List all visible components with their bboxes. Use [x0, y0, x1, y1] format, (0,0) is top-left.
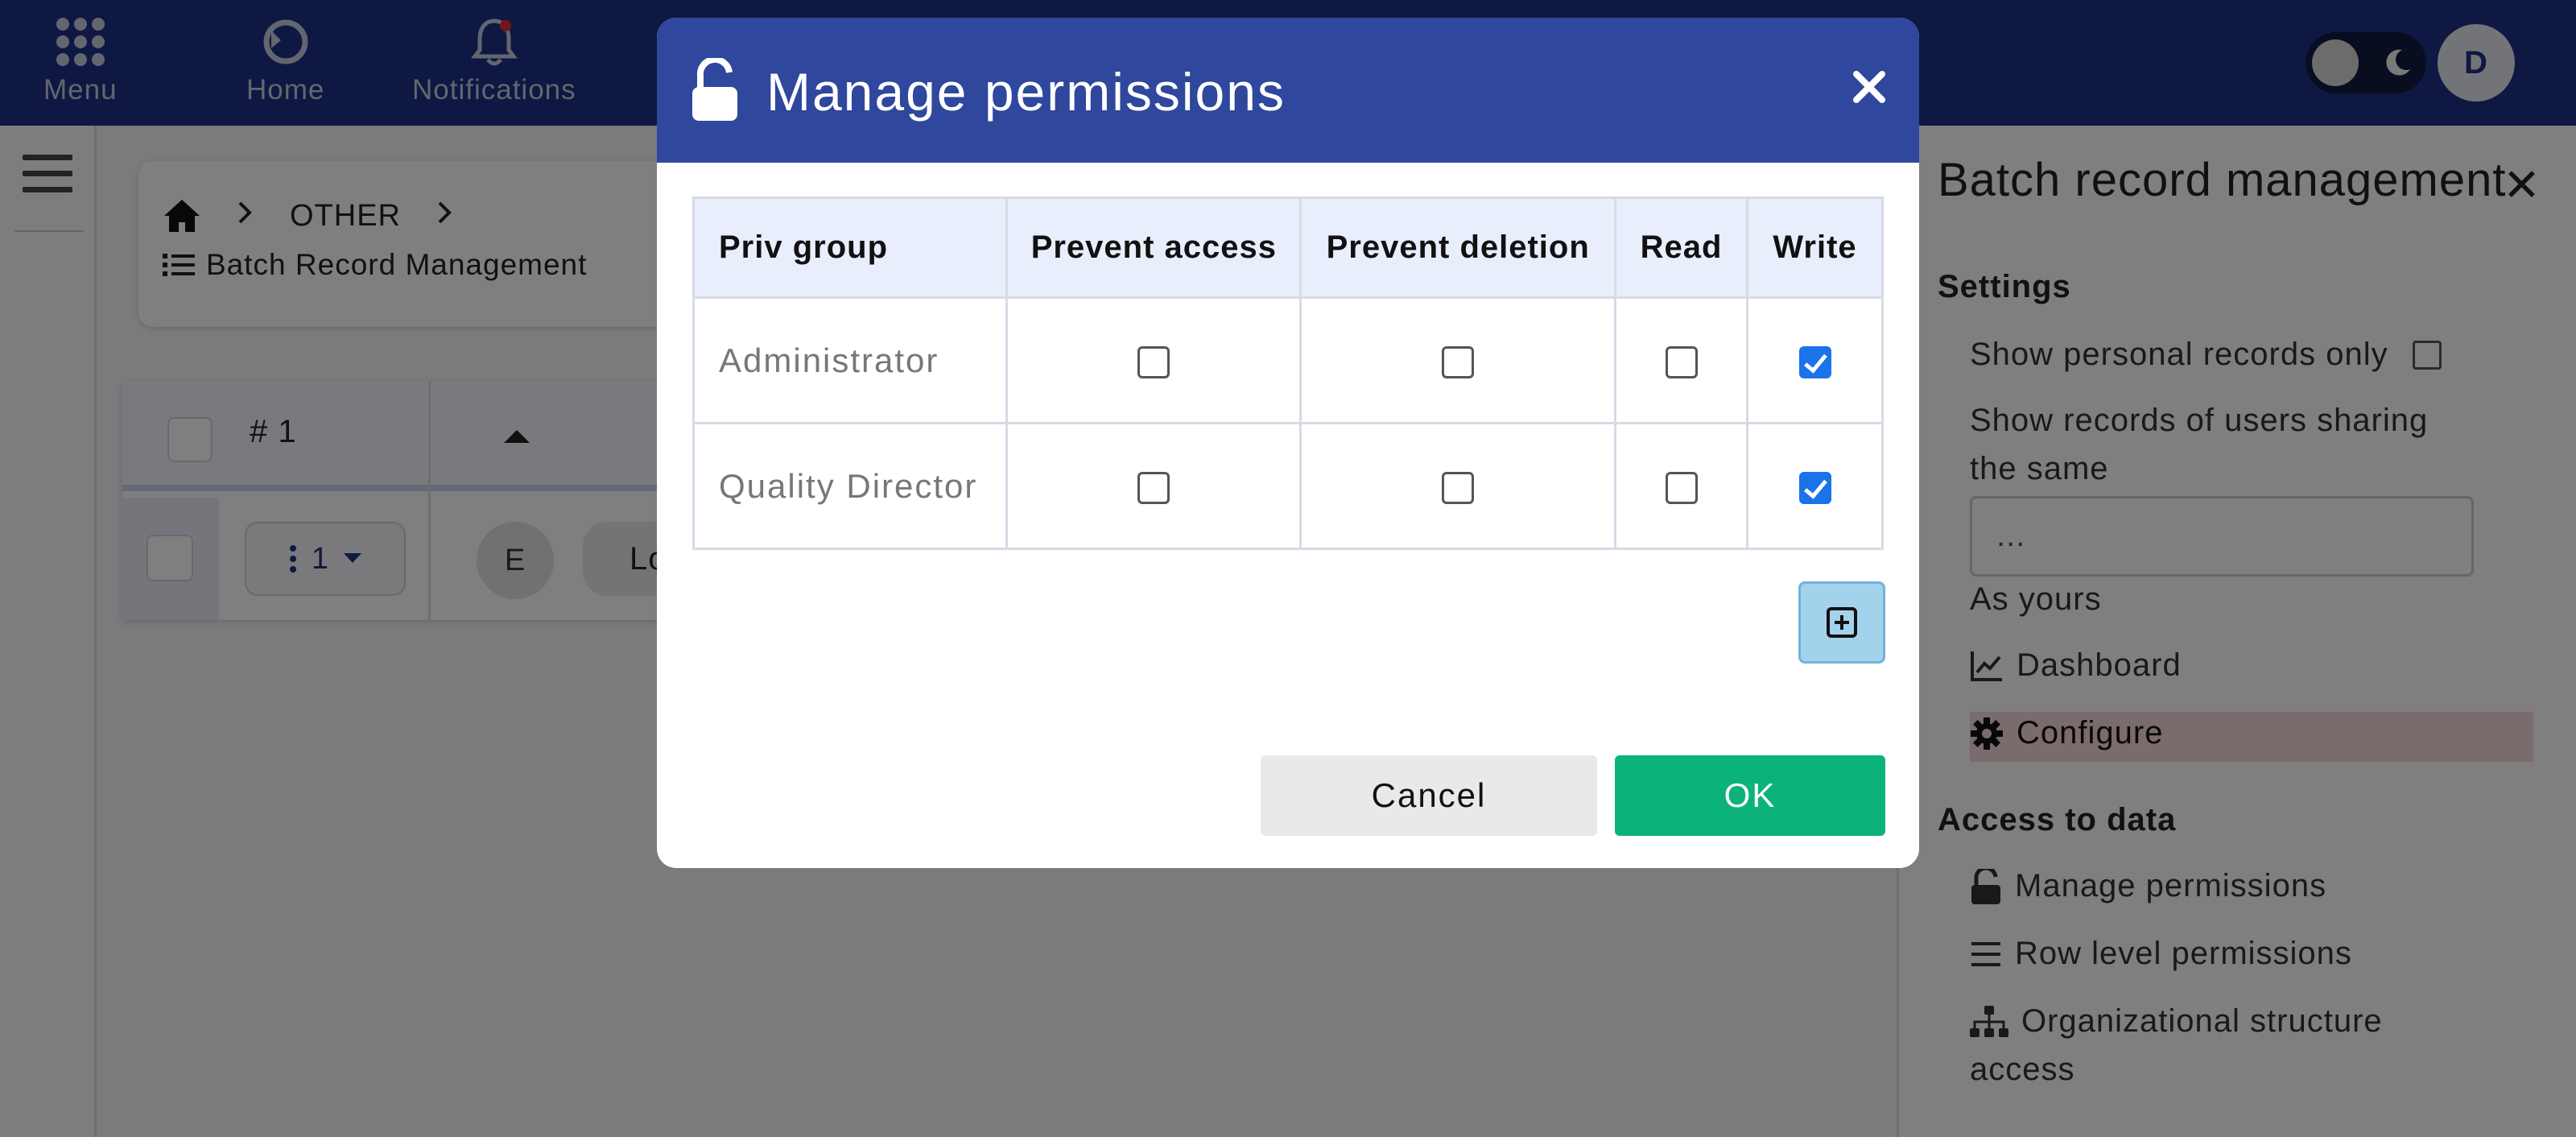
permissions-table: Priv group Prevent access Prevent deleti… [691, 196, 1884, 550]
priv-group-cell: Administrator [691, 296, 1009, 424]
table-row: Quality Director [691, 422, 1884, 550]
write-checkbox[interactable] [1798, 346, 1831, 379]
prevent-access-checkbox[interactable] [1137, 346, 1170, 379]
close-icon[interactable] [1845, 63, 1893, 111]
prevent-access-checkbox[interactable] [1137, 472, 1170, 505]
column-header: Prevent deletion [1299, 196, 1617, 299]
read-checkbox[interactable] [1665, 472, 1698, 505]
prevent-access-cell [1005, 422, 1302, 550]
column-header: Prevent access [1005, 196, 1302, 299]
manage-permissions-dialog: Manage permissions Priv group Prevent ac… [657, 18, 1919, 868]
table-header-row: Priv group Prevent access Prevent deleti… [691, 196, 1884, 299]
prevent-deletion-cell [1299, 296, 1617, 424]
write-checkbox[interactable] [1798, 472, 1831, 505]
table-row: Administrator [691, 296, 1884, 424]
priv-group-cell: Quality Director [691, 422, 1009, 550]
prevent-deletion-checkbox[interactable] [1442, 472, 1475, 505]
prevent-deletion-checkbox[interactable] [1442, 346, 1475, 379]
prevent-access-cell [1005, 296, 1302, 424]
read-cell [1614, 422, 1749, 550]
plus-square-icon [1827, 607, 1857, 638]
add-row-button[interactable] [1798, 581, 1885, 664]
prevent-deletion-cell [1299, 422, 1617, 550]
write-cell [1746, 296, 1884, 424]
column-header: Priv group [691, 196, 1009, 299]
write-cell [1746, 422, 1884, 550]
read-checkbox[interactable] [1665, 346, 1698, 379]
dialog-title: Manage permissions [766, 62, 1286, 122]
dialog-header: Manage permissions [657, 18, 1919, 163]
read-cell [1614, 296, 1749, 424]
unlock-icon [692, 58, 737, 121]
ok-button[interactable]: OK [1615, 755, 1885, 836]
column-header: Read [1614, 196, 1749, 299]
cancel-button[interactable]: Cancel [1261, 755, 1597, 836]
column-header: Write [1746, 196, 1884, 299]
